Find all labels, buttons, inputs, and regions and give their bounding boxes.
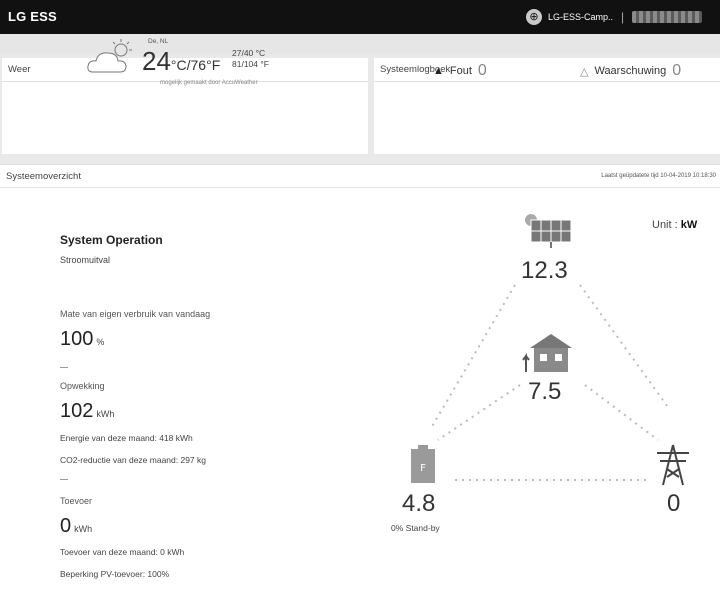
battery-status: 0% Stand-by — [391, 523, 440, 533]
energy-flow-lines — [429, 284, 671, 481]
solar-panel-icon — [525, 214, 572, 248]
battery-value: 4.8 — [402, 490, 436, 517]
grid-value: 0 — [667, 490, 681, 517]
solar-value: 12.3 — [521, 257, 568, 284]
home-value: 7.5 — [528, 378, 562, 405]
svg-text:F: F — [420, 463, 426, 474]
home-icon — [522, 334, 572, 372]
power-grid-icon — [657, 444, 689, 486]
battery-icon: F — [411, 445, 435, 483]
